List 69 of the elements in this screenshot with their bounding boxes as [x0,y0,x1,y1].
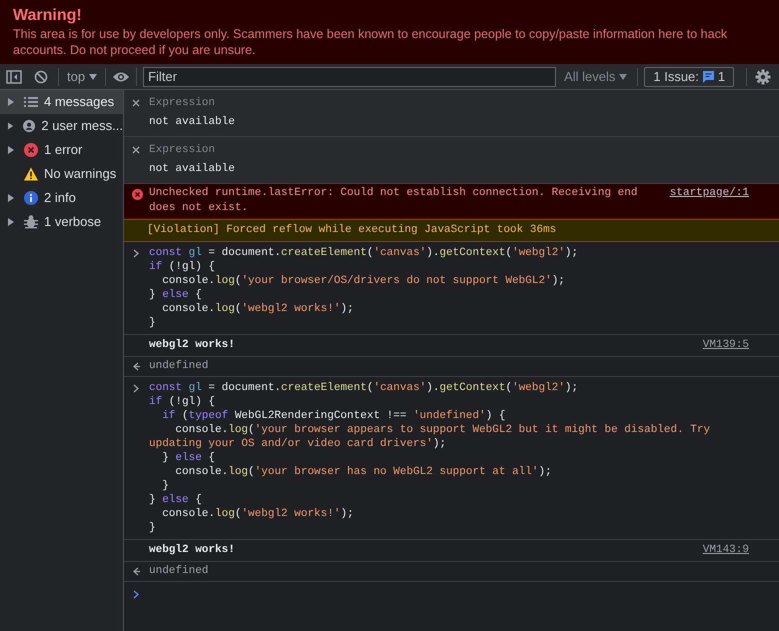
warning-title: Warning! [13,6,83,26]
live-expression-button[interactable] [112,70,130,82]
list-icon [24,95,38,109]
code-line: updating your OS and/or video card drivers'); [149,437,448,451]
sidebar-item[interactable]: 1 error [0,138,123,162]
bug-icon [24,215,38,229]
sidebar-item[interactable]: 4 messages [0,90,123,114]
code-line: } [161,479,170,493]
code-line: } else { [161,451,216,465]
error-message: Unchecked runtime.lastError: Could not establish connection. Receiving end does not exist. [149,186,638,216]
prompt-icon [133,590,140,599]
error-icon [24,143,38,157]
code-line: } else { [149,288,203,302]
settings-button[interactable] [755,68,772,84]
caret-icon [89,74,98,80]
error-icon [132,189,143,200]
clear-console-button[interactable] [34,70,48,84]
context-dropdown[interactable]: top [65,66,100,86]
source-link[interactable]: VM143:9 [702,543,749,558]
sidebar-item[interactable]: 2 info [0,186,123,210]
code-line: console.log('your browser appears to support WebGL2 but it might be disabled. Try [174,423,710,437]
source-link[interactable]: startpage/:1 [670,186,749,216]
code-line: } else { [149,493,203,507]
remove-expression-button[interactable] [132,146,140,154]
code-line: const gl = document.createElement('canvas').getContext('webgl2'); [149,246,578,260]
code-line: if (!gl) { [149,395,216,409]
code-line: console.log('your browser/OS/drivers do not support WebGL2'); [161,274,566,288]
sidebar-item[interactable]: No warnings [0,162,123,186]
clear-icon [34,70,48,84]
code-line: console.log('webgl2 works!'); [161,302,355,316]
code-line: } [149,316,157,330]
settings-icon [755,68,772,84]
message-icon [702,70,714,82]
remove-expression-button[interactable] [132,99,140,107]
user-icon [23,119,36,133]
chevron-icon [133,384,140,393]
result-value: undefined [149,359,208,374]
code-line: console.log('webgl2 works!'); [161,507,355,521]
warning-icon [24,167,38,181]
expression-label: Expression [149,96,216,111]
violation-message: [Violation] Forced reflow while executing JavaScript took 36ms [147,223,558,238]
code-line: console.log('your browser has no WebGL2 support at all'); [174,465,553,479]
result-value: undefined [149,564,208,579]
filter-input[interactable]: Filter [143,66,556,86]
code-line: } [149,521,157,535]
log-message: webgl2 works! [149,543,235,558]
chevron-icon [133,249,140,258]
warning-text: This area is for use by developers only. Scammers have been known to encourage people to copy/paste information here to hack accounts. Do not proceed if you are unsure. [13,26,728,58]
expression-value: not available [148,162,236,177]
expression-value: not available [148,115,236,130]
expression-label: Expression [149,143,216,158]
sidebar-toggle-button[interactable] [6,70,22,84]
sidebar-item[interactable]: 1 verbose [0,210,123,234]
source-link[interactable]: VM139:5 [702,338,749,353]
close-icon [132,99,140,107]
caret-icon [619,74,628,80]
code-line: if (!gl) { [149,260,216,274]
sidebar-toggle-icon [6,70,22,84]
close-icon [132,146,140,154]
issues-button[interactable]: 1 Issue: 1 [644,66,734,86]
code-line: const gl = document.createElement('canvas').getContext('webgl2'); [149,381,580,395]
return-arrow-icon [133,567,140,576]
sidebar-item[interactable]: 2 user mess... [0,114,123,138]
code-line: if (typeof WebGL2RenderingContext !== 'undefined') { [161,409,506,423]
log-levels-dropdown[interactable]: All levels [564,66,628,86]
eye-icon [112,70,130,82]
return-arrow-icon [133,362,140,371]
info-icon [24,191,38,205]
log-message: webgl2 works! [149,338,235,353]
